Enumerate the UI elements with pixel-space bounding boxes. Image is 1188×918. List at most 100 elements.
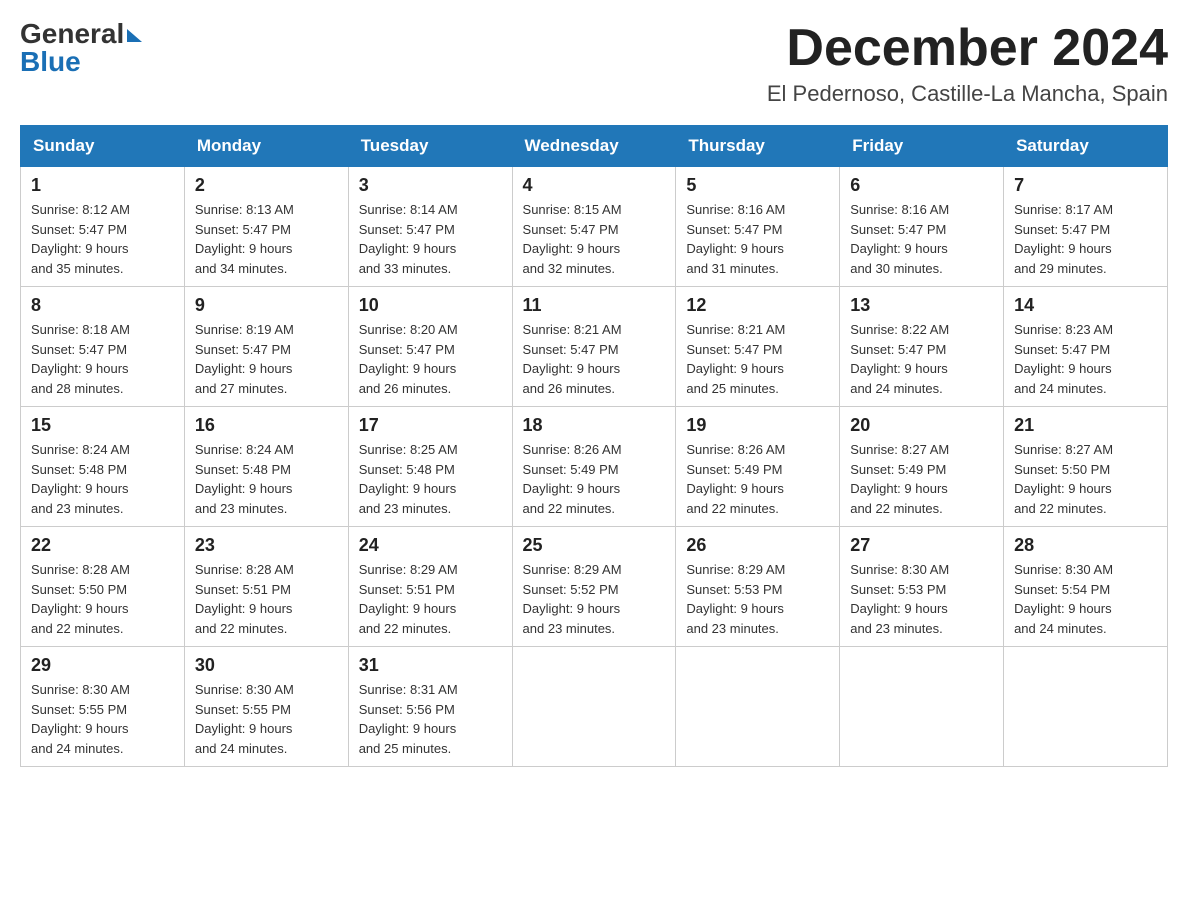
day-number: 27 [850,535,993,556]
day-info: Sunrise: 8:21 AMSunset: 5:47 PMDaylight:… [686,320,829,398]
day-number: 10 [359,295,502,316]
calendar-day-cell: 14 Sunrise: 8:23 AMSunset: 5:47 PMDayligh… [1004,287,1168,407]
day-info: Sunrise: 8:23 AMSunset: 5:47 PMDaylight:… [1014,320,1157,398]
day-info: Sunrise: 8:31 AMSunset: 5:56 PMDaylight:… [359,680,502,758]
calendar-day-cell: 26 Sunrise: 8:29 AMSunset: 5:53 PMDayligh… [676,527,840,647]
logo-general: General [20,20,124,48]
calendar-day-cell: 23 Sunrise: 8:28 AMSunset: 5:51 PMDayligh… [184,527,348,647]
day-number: 9 [195,295,338,316]
calendar-table: SundayMondayTuesdayWednesdayThursdayFrid… [20,125,1168,767]
day-info: Sunrise: 8:28 AMSunset: 5:50 PMDaylight:… [31,560,174,638]
calendar-day-cell: 6Sunrise: 8:16 AMSunset: 5:47 PMDaylight… [840,167,1004,287]
day-info: Sunrise: 8:24 AMSunset: 5:48 PMDaylight:… [195,440,338,518]
day-number: 3 [359,175,502,196]
day-info: Sunrise: 8:27 AMSunset: 5:49 PMDaylight:… [850,440,993,518]
day-info: Sunrise: 8:12 AMSunset: 5:47 PMDaylight:… [31,200,174,278]
calendar-day-cell: 31 Sunrise: 8:31 AMSunset: 5:56 PMDayligh… [348,647,512,767]
calendar-day-cell: 7 Sunrise: 8:17 AMSunset: 5:47 PMDaylight… [1004,167,1168,287]
day-number: 16 [195,415,338,436]
day-of-week-header: Tuesday [348,126,512,167]
day-of-week-header: Thursday [676,126,840,167]
day-info: Sunrise: 8:29 AMSunset: 5:53 PMDaylight:… [686,560,829,638]
day-number: 22 [31,535,174,556]
calendar-day-cell: 2 Sunrise: 8:13 AMSunset: 5:47 PMDaylight… [184,167,348,287]
day-number: 21 [1014,415,1157,436]
day-number: 12 [686,295,829,316]
day-info: Sunrise: 8:17 AMSunset: 5:47 PMDaylight:… [1014,200,1157,278]
day-number: 29 [31,655,174,676]
calendar-week-row: 29 Sunrise: 8:30 AMSunset: 5:55 PMDayligh… [21,647,1168,767]
calendar-day-cell: 27 Sunrise: 8:30 AMSunset: 5:53 PMDayligh… [840,527,1004,647]
day-number: 1 [31,175,174,196]
day-number: 28 [1014,535,1157,556]
day-info: Sunrise: 8:30 AMSunset: 5:54 PMDaylight:… [1014,560,1157,638]
calendar-day-cell: 16 Sunrise: 8:24 AMSunset: 5:48 PMDayligh… [184,407,348,527]
day-number: 30 [195,655,338,676]
day-of-week-header: Friday [840,126,1004,167]
day-info: Sunrise: 8:19 AMSunset: 5:47 PMDaylight:… [195,320,338,398]
day-info: Sunrise: 8:16 AMSunset: 5:47 PMDaylight:… [686,200,829,278]
day-number: 2 [195,175,338,196]
day-number: 5 [686,175,829,196]
calendar-day-cell: 3 Sunrise: 8:14 AMSunset: 5:47 PMDaylight… [348,167,512,287]
calendar-day-cell: 18 Sunrise: 8:26 AMSunset: 5:49 PMDayligh… [512,407,676,527]
calendar-day-cell [676,647,840,767]
day-info: Sunrise: 8:13 AMSunset: 5:47 PMDaylight:… [195,200,338,278]
calendar-day-cell: 9 Sunrise: 8:19 AMSunset: 5:47 PMDaylight… [184,287,348,407]
day-info: Sunrise: 8:29 AMSunset: 5:51 PMDaylight:… [359,560,502,638]
day-of-week-header: Sunday [21,126,185,167]
day-number: 20 [850,415,993,436]
calendar-day-cell: 13Sunrise: 8:22 AMSunset: 5:47 PMDayligh… [840,287,1004,407]
calendar-week-row: 22 Sunrise: 8:28 AMSunset: 5:50 PMDayligh… [21,527,1168,647]
calendar-day-cell: 4Sunrise: 8:15 AMSunset: 5:47 PMDaylight… [512,167,676,287]
calendar-day-cell: 20 Sunrise: 8:27 AMSunset: 5:49 PMDayligh… [840,407,1004,527]
logo-blue: Blue [20,46,81,77]
day-number: 7 [1014,175,1157,196]
calendar-day-cell: 29 Sunrise: 8:30 AMSunset: 5:55 PMDayligh… [21,647,185,767]
day-number: 8 [31,295,174,316]
day-info: Sunrise: 8:18 AMSunset: 5:47 PMDaylight:… [31,320,174,398]
calendar-week-row: 15 Sunrise: 8:24 AMSunset: 5:48 PMDayligh… [21,407,1168,527]
day-info: Sunrise: 8:14 AMSunset: 5:47 PMDaylight:… [359,200,502,278]
day-info: Sunrise: 8:28 AMSunset: 5:51 PMDaylight:… [195,560,338,638]
day-info: Sunrise: 8:25 AMSunset: 5:48 PMDaylight:… [359,440,502,518]
location: El Pedernoso, Castille-La Mancha, Spain [767,81,1168,107]
day-number: 23 [195,535,338,556]
calendar-day-cell: 30 Sunrise: 8:30 AMSunset: 5:55 PMDayligh… [184,647,348,767]
day-info: Sunrise: 8:30 AMSunset: 5:55 PMDaylight:… [195,680,338,758]
day-number: 6 [850,175,993,196]
calendar-day-cell [1004,647,1168,767]
day-number: 14 [1014,295,1157,316]
calendar-day-cell: 21Sunrise: 8:27 AMSunset: 5:50 PMDayligh… [1004,407,1168,527]
title-area: December 2024 El Pedernoso, Castille-La … [767,20,1168,107]
month-title: December 2024 [767,20,1168,77]
day-info: Sunrise: 8:26 AMSunset: 5:49 PMDaylight:… [686,440,829,518]
calendar-day-cell [840,647,1004,767]
day-info: Sunrise: 8:21 AMSunset: 5:47 PMDaylight:… [523,320,666,398]
day-number: 26 [686,535,829,556]
logo-arrow-icon [127,29,142,42]
day-number: 31 [359,655,502,676]
day-number: 4 [523,175,666,196]
calendar-day-cell: 25 Sunrise: 8:29 AMSunset: 5:52 PMDayligh… [512,527,676,647]
day-info: Sunrise: 8:22 AMSunset: 5:47 PMDaylight:… [850,320,993,398]
day-info: Sunrise: 8:30 AMSunset: 5:55 PMDaylight:… [31,680,174,758]
day-number: 15 [31,415,174,436]
day-number: 19 [686,415,829,436]
day-info: Sunrise: 8:29 AMSunset: 5:52 PMDaylight:… [523,560,666,638]
day-of-week-header: Monday [184,126,348,167]
day-info: Sunrise: 8:20 AMSunset: 5:47 PMDaylight:… [359,320,502,398]
day-number: 11 [523,295,666,316]
calendar-day-cell [512,647,676,767]
day-number: 25 [523,535,666,556]
day-info: Sunrise: 8:30 AMSunset: 5:53 PMDaylight:… [850,560,993,638]
calendar-week-row: 8 Sunrise: 8:18 AMSunset: 5:47 PMDaylight… [21,287,1168,407]
day-info: Sunrise: 8:26 AMSunset: 5:49 PMDaylight:… [523,440,666,518]
calendar-day-cell: 11 Sunrise: 8:21 AMSunset: 5:47 PMDayligh… [512,287,676,407]
page-header: General Blue December 2024 El Pedernoso,… [20,20,1168,107]
calendar-day-cell: 24 Sunrise: 8:29 AMSunset: 5:51 PMDayligh… [348,527,512,647]
day-number: 18 [523,415,666,436]
calendar-day-cell: 22 Sunrise: 8:28 AMSunset: 5:50 PMDayligh… [21,527,185,647]
day-number: 24 [359,535,502,556]
calendar-day-cell: 12 Sunrise: 8:21 AMSunset: 5:47 PMDayligh… [676,287,840,407]
